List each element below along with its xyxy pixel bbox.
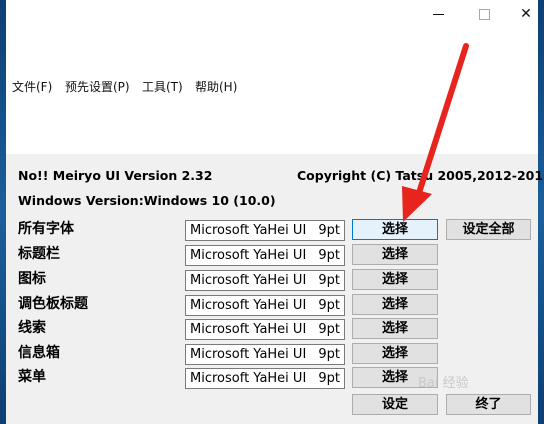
label-all-fonts: 所有字体	[18, 221, 74, 237]
set-button[interactable]: 设定	[352, 394, 438, 415]
select-button-icon[interactable]: 选择	[352, 269, 438, 290]
minimize-icon	[432, 13, 444, 15]
font-field-menu: Microsoft YaHei UI 9pt	[185, 368, 345, 389]
copyright-text: Copyright (C) Tatsu 2005,2012-2016	[297, 168, 544, 183]
font-name: Microsoft YaHei UI	[190, 273, 307, 288]
label-menu: 菜单	[18, 369, 46, 385]
font-field-all-fonts: Microsoft YaHei UI 9pt	[185, 220, 345, 241]
font-field-title-bar: Microsoft YaHei UI 9pt	[185, 245, 345, 266]
desktop-edge-right	[538, 0, 544, 424]
font-size: 9pt	[318, 248, 340, 263]
font-field-message-box: Microsoft YaHei UI 9pt	[185, 344, 345, 365]
select-button-all-fonts[interactable]: 选择	[352, 219, 438, 240]
windows-version-text: Windows Version:Windows 10 (10.0)	[18, 193, 276, 208]
menu-help[interactable]: 帮助(H)	[195, 78, 237, 95]
maximize-button[interactable]	[464, 0, 504, 28]
font-size: 9pt	[318, 223, 340, 238]
font-field-tooltip: Microsoft YaHei UI 9pt	[185, 319, 345, 340]
font-name: Microsoft YaHei UI	[190, 322, 307, 337]
font-name: Microsoft YaHei UI	[190, 371, 307, 386]
close-button[interactable]: ✕	[506, 0, 544, 28]
font-field-icon: Microsoft YaHei UI 9pt	[185, 270, 345, 291]
font-name: Microsoft YaHei UI	[190, 298, 307, 313]
select-button-tooltip[interactable]: 选择	[352, 318, 438, 339]
set-all-button[interactable]: 设定全部	[446, 219, 531, 240]
label-title-bar: 标题栏	[18, 246, 60, 262]
font-size: 9pt	[318, 298, 340, 313]
close-icon: ✕	[520, 6, 532, 22]
font-size: 9pt	[318, 347, 340, 362]
menu-tools[interactable]: 工具(T)	[142, 78, 183, 95]
app-window: ✕ 文件(F) 预先设置(P) 工具(T) 帮助(H) No!! Meiryo …	[6, 0, 544, 424]
select-button-title-bar[interactable]: 选择	[352, 244, 438, 265]
minimize-button[interactable]	[418, 0, 458, 28]
font-name: Microsoft YaHei UI	[190, 223, 307, 238]
label-palette-title: 调色板标题	[18, 296, 88, 312]
font-size: 9pt	[318, 371, 340, 386]
exit-button[interactable]: 终了	[446, 394, 531, 415]
label-message-box: 信息箱	[18, 345, 60, 361]
select-button-message-box[interactable]: 选择	[352, 343, 438, 364]
watermark: Bai 经验	[418, 376, 469, 391]
menu-presets[interactable]: 预先设置(P)	[65, 78, 130, 95]
font-name: Microsoft YaHei UI	[190, 347, 307, 362]
label-tooltip: 线索	[18, 320, 46, 336]
menu-file[interactable]: 文件(F)	[12, 78, 52, 95]
font-name: Microsoft YaHei UI	[190, 248, 307, 263]
maximize-icon	[478, 8, 490, 20]
select-button-palette-title[interactable]: 选择	[352, 294, 438, 315]
font-size: 9pt	[318, 322, 340, 337]
label-icon: 图标	[18, 271, 46, 287]
version-text: No!! Meiryo UI Version 2.32	[18, 168, 213, 183]
font-size: 9pt	[318, 273, 340, 288]
title-bar: ✕	[6, 0, 538, 30]
font-field-palette-title: Microsoft YaHei UI 9pt	[185, 295, 345, 316]
